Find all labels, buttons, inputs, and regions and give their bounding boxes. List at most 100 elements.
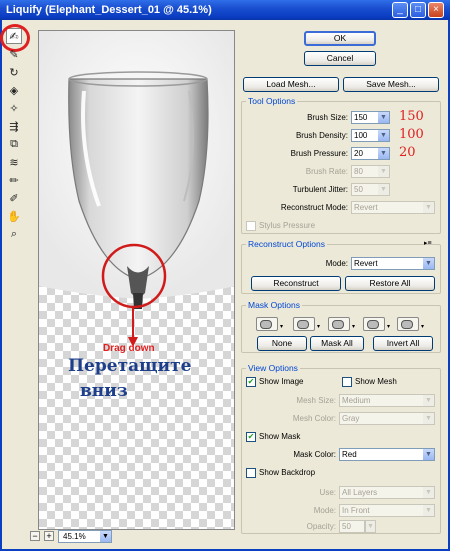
brush-pressure-annotation: 20 — [399, 145, 416, 160]
mask-options-title: Mask Options — [246, 300, 302, 310]
backdrop-opacity-field[interactable]: 50 — [339, 520, 365, 533]
brush-pressure-value: 20 — [354, 149, 363, 158]
brush-size-value: 150 — [354, 113, 368, 122]
push-left-tool-icon[interactable]: ⇶ — [6, 118, 22, 134]
mask-subtract-icon[interactable]: ▾ — [328, 317, 355, 331]
brush-pressure-label: Brush Pressure: — [290, 149, 348, 158]
mask-intersect-icon[interactable]: ▾ — [363, 317, 390, 331]
mesh-color-select[interactable]: Gray ▼ — [339, 412, 435, 425]
chevron-down-icon: ▼ — [378, 184, 389, 195]
tool-options-title: Tool Options — [246, 96, 298, 106]
mirror-tool-icon[interactable]: ⧉ — [6, 136, 22, 152]
zoom-out-button[interactable]: − — [30, 531, 40, 541]
brush-size-field[interactable]: 150 ▼ — [351, 111, 390, 124]
brush-size-label: Brush Size: — [307, 113, 348, 122]
chevron-down-icon: ▼ — [378, 148, 389, 159]
backdrop-mode-select[interactable]: In Front ▼ — [339, 504, 435, 517]
close-button[interactable]: × — [428, 2, 444, 18]
backdrop-use-label: Use: — [319, 488, 336, 497]
reconstruct-mode-value-2: Revert — [354, 259, 378, 268]
chevron-down-icon: ▼ — [423, 487, 434, 498]
reconstruct-options-title: Reconstruct Options — [246, 239, 328, 249]
reconstruct-tool-icon[interactable]: ✎ — [6, 46, 22, 62]
canvas-scroll-edge — [235, 30, 239, 530]
brush-rate-value: 80 — [354, 167, 363, 176]
ok-button[interactable]: OK — [304, 31, 376, 46]
thaw-mask-tool-icon[interactable]: ✐ — [6, 190, 22, 206]
chevron-down-icon: ▼ — [423, 505, 434, 516]
brush-pressure-field[interactable]: 20 ▼ — [351, 147, 390, 160]
mesh-color-label: Mesh Color: — [292, 414, 336, 423]
brush-density-label: Brush Density: — [295, 131, 348, 140]
wine-glass-image — [39, 31, 234, 347]
brush-rate-label: Brush Rate: — [305, 167, 348, 176]
chevron-down-icon: ▼ — [423, 395, 434, 406]
mask-all-button[interactable]: Mask All — [310, 336, 364, 351]
brush-rate-field[interactable]: 80 ▼ — [351, 165, 390, 178]
save-mesh-button[interactable]: Save Mesh... — [343, 77, 439, 92]
backdrop-opacity-value: 50 — [342, 522, 351, 531]
maximize-button[interactable]: □ — [410, 2, 426, 18]
view-options-title: View Options — [246, 363, 300, 373]
mask-color-select[interactable]: Red ▼ — [339, 448, 435, 461]
freeze-mask-tool-icon[interactable]: ✏ — [6, 172, 22, 188]
reconstruct-button[interactable]: Reconstruct — [251, 276, 341, 291]
restore-all-button[interactable]: Restore All — [345, 276, 435, 291]
chevron-down-icon: ▼ — [423, 258, 434, 269]
invert-all-button[interactable]: Invert All — [373, 336, 433, 351]
zoom-in-button[interactable]: + — [44, 531, 54, 541]
panel-menu-icon[interactable]: ▸≡ — [424, 239, 432, 247]
chevron-down-icon: ▼ — [423, 449, 434, 460]
show-backdrop-label: Show Backdrop — [259, 468, 316, 477]
turbulent-jitter-label: Turbulent Jitter: — [292, 185, 348, 194]
show-backdrop-checkbox[interactable] — [246, 468, 256, 478]
turbulence-tool-icon[interactable]: ≋ — [6, 154, 22, 170]
mask-replace-icon[interactable]: ▾ — [256, 317, 283, 331]
chevron-down-icon: ▼ — [378, 130, 389, 141]
cancel-button[interactable]: Cancel — [304, 51, 376, 66]
reconstruct-mode-label: Reconstruct Mode: — [280, 203, 348, 212]
twirl-tool-icon[interactable]: ↻ — [6, 64, 22, 80]
show-mesh-label: Show Mesh — [355, 377, 397, 386]
title-bar: Liquify (Elephant_Dessert_01 @ 45.1%) — [0, 0, 450, 20]
pucker-tool-icon[interactable]: ◈ — [6, 82, 22, 98]
drag-down-label: Drag down — [103, 343, 155, 354]
turbulent-jitter-field[interactable]: 50 ▼ — [351, 183, 390, 196]
chevron-down-icon: ▼ — [423, 413, 434, 424]
show-mask-checkbox[interactable]: ✔ — [246, 432, 256, 442]
show-mask-label: Show Mask — [259, 432, 301, 441]
mesh-color-value: Gray — [342, 414, 360, 423]
mask-none-button[interactable]: None — [257, 336, 307, 351]
chevron-down-icon: ▼ — [378, 112, 389, 123]
load-mesh-button[interactable]: Load Mesh... — [243, 77, 339, 92]
reconstruct-mode-select-2[interactable]: Revert ▼ — [351, 257, 435, 270]
hand-tool-icon[interactable]: ✋ — [6, 208, 22, 224]
mesh-size-select[interactable]: Medium ▼ — [339, 394, 435, 407]
reconstruct-mode-value: Revert — [354, 203, 378, 212]
zoom-tool-icon[interactable]: ⌕ — [6, 226, 22, 242]
backdrop-opacity-label: Opacity: — [306, 522, 336, 531]
stylus-pressure-checkbox[interactable] — [246, 221, 256, 231]
drag-ru-label-2: вниз — [80, 381, 128, 401]
mask-invert-icon[interactable]: ▾ — [397, 317, 424, 331]
brush-size-annotation: 150 — [399, 109, 424, 124]
backdrop-mode-label: Mode: — [313, 506, 336, 515]
bloat-tool-icon[interactable]: ✧ — [6, 100, 22, 116]
turbulent-jitter-value: 50 — [354, 185, 363, 194]
reconstruct-mode-select[interactable]: Revert ▼ — [351, 201, 435, 214]
mask-color-label: Mask Color: — [293, 450, 336, 459]
show-mesh-checkbox[interactable] — [342, 377, 352, 387]
backdrop-use-select[interactable]: All Layers ▼ — [339, 486, 435, 499]
chevron-down-icon: ▼ — [100, 530, 111, 542]
zoom-select[interactable]: 45.1% ▼ — [58, 529, 112, 543]
drag-ru-label-1: Перетащите — [68, 356, 192, 376]
zoom-value: 45.1% — [63, 531, 86, 541]
window-title: Liquify (Elephant_Dessert_01 @ 45.1%) — [6, 4, 212, 16]
opacity-dropdown[interactable]: ▼ — [365, 520, 376, 533]
preview-canvas[interactable] — [38, 30, 235, 530]
minimize-button[interactable]: _ — [392, 2, 408, 18]
brush-density-field[interactable]: 100 ▼ — [351, 129, 390, 142]
mask-add-icon[interactable]: ▾ — [293, 317, 320, 331]
brush-density-annotation: 100 — [399, 127, 424, 142]
show-image-checkbox[interactable]: ✔ — [246, 377, 256, 387]
